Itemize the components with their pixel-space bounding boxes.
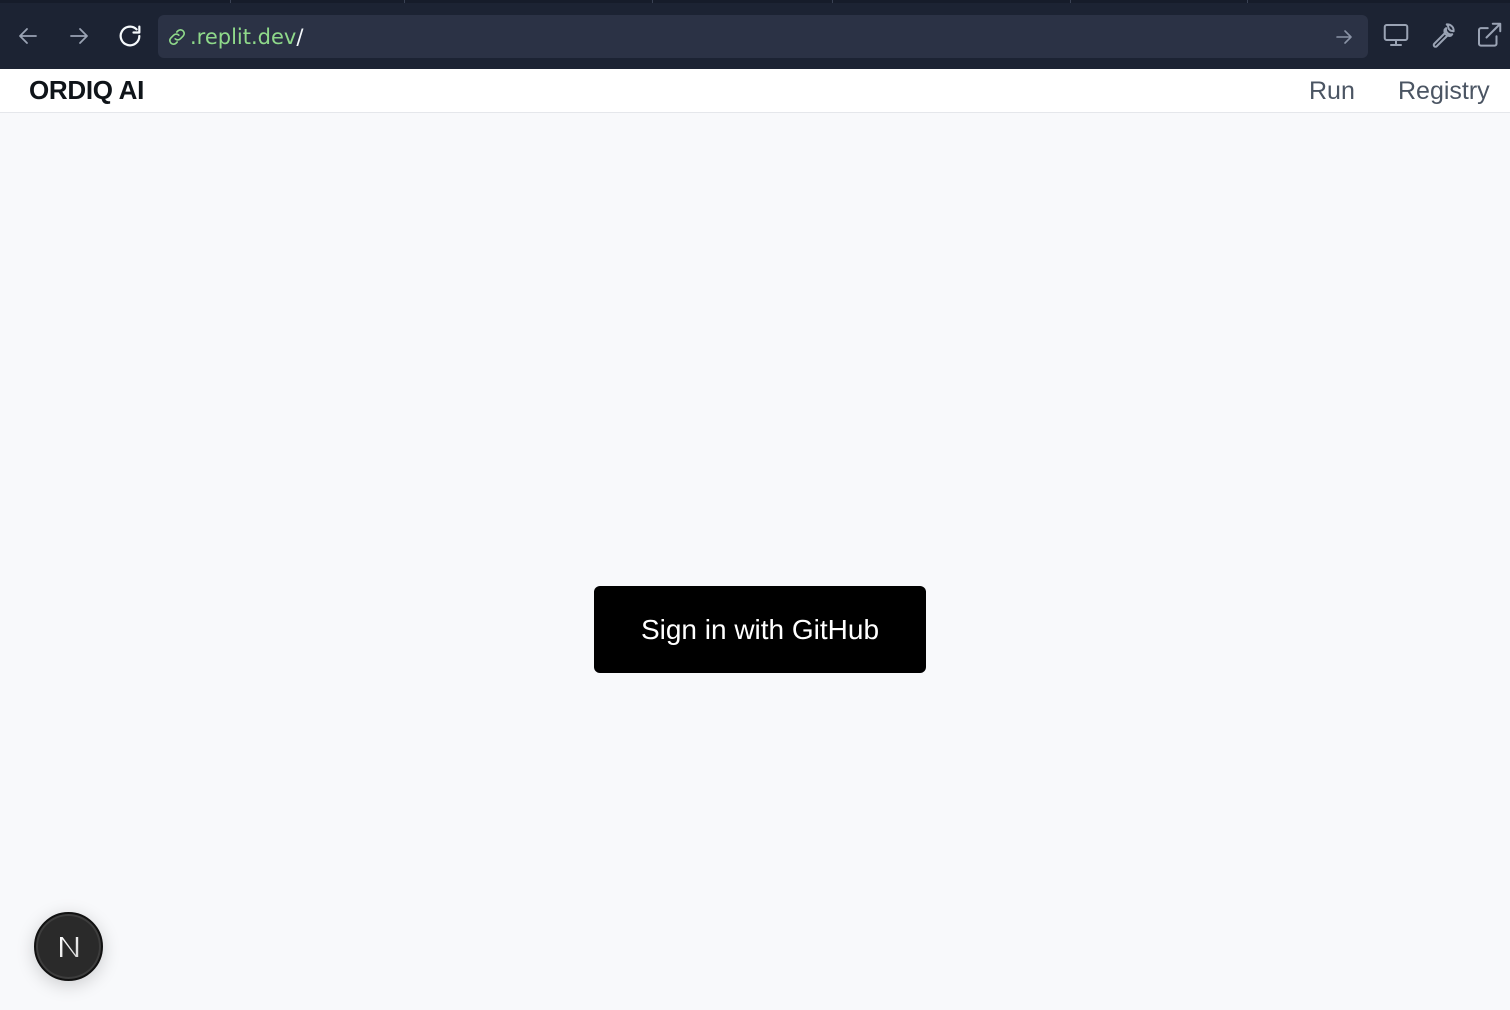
tab-divider: [404, 0, 405, 3]
address-bar[interactable]: .replit.dev/: [158, 15, 1368, 58]
tab-divider: [832, 0, 833, 3]
nextjs-icon: [59, 936, 78, 957]
arrow-right-icon[interactable]: [1332, 25, 1356, 49]
arrow-right-icon: [70, 28, 88, 44]
url-text[interactable]: .replit.dev/: [190, 24, 303, 50]
nextjs-dev-indicator-button[interactable]: [34, 912, 103, 981]
wrench-icon[interactable]: [1428, 20, 1458, 50]
tab-strip: [0, 0, 1510, 3]
nav-link-run[interactable]: Run: [1309, 76, 1355, 106]
app-header: ORDIQ AI Run Registry: [0, 69, 1510, 113]
main-content: Sign in with GitHub: [0, 113, 1510, 1010]
link-icon: [169, 29, 185, 45]
url-path: /: [296, 25, 304, 49]
tab-divider: [1247, 0, 1248, 3]
reload-icon: [119, 25, 141, 47]
tab-divider: [230, 0, 231, 3]
back-button[interactable]: [10, 18, 46, 54]
monitor-icon[interactable]: [1381, 20, 1411, 50]
sign-in-github-button[interactable]: Sign in with GitHub: [594, 586, 926, 673]
browser-toolbar: .replit.dev/: [0, 0, 1510, 69]
external-link-icon[interactable]: [1474, 20, 1504, 50]
tab-divider: [1070, 0, 1071, 3]
url-domain: .replit.dev: [190, 25, 297, 49]
tab-divider: [652, 0, 653, 3]
arrow-left-icon: [19, 28, 37, 44]
nav-link-registry[interactable]: Registry: [1398, 76, 1490, 106]
forward-button[interactable]: [61, 18, 97, 54]
reload-button[interactable]: [112, 18, 148, 54]
brand-logo[interactable]: ORDIQ AI: [29, 75, 144, 105]
